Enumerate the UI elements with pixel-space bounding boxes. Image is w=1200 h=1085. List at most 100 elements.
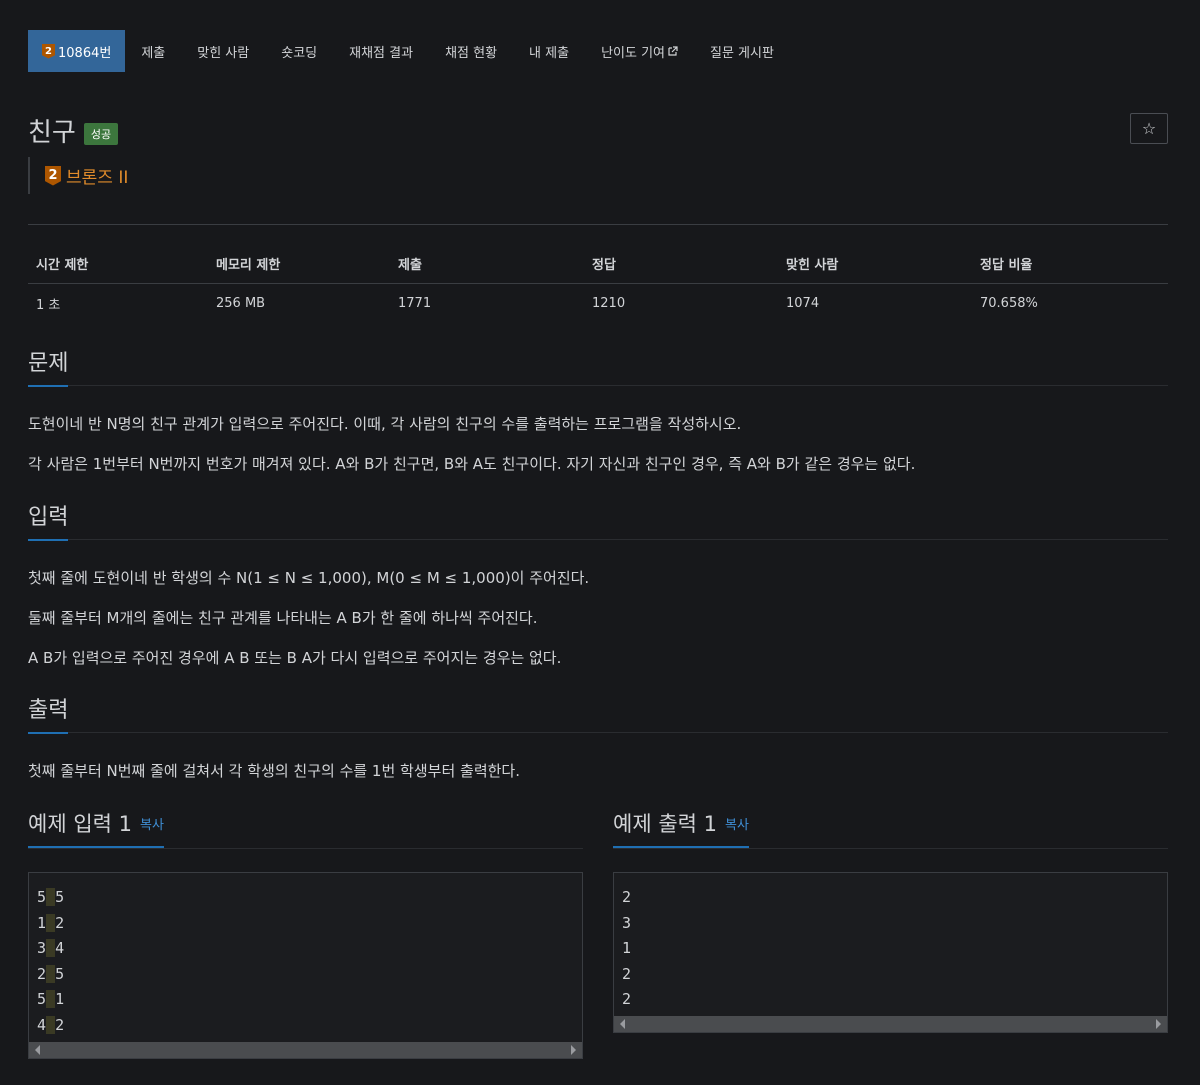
star-icon: ☆: [1141, 119, 1157, 138]
nav-difficulty-contribution[interactable]: 난이도 기여: [585, 30, 694, 72]
sample-input-value: 2: [55, 1015, 65, 1034]
sample-output-line: 1: [622, 939, 632, 957]
sample-input-heading-bar: 예제 입력 1 복사: [28, 808, 583, 849]
sample-input-line: 2 5: [37, 962, 574, 988]
description-heading-bar: 문제: [28, 345, 1168, 387]
sample-input-line: 4 2: [37, 1013, 574, 1039]
horizontal-scrollbar[interactable]: [614, 1016, 1167, 1032]
output-heading-bar: 출력: [28, 692, 1168, 734]
input-paragraph: 둘째 줄부터 M개의 줄에는 친구 관계를 나타내는 A B가 한 줄에 하나씩…: [28, 609, 538, 627]
sample-output-line: 3: [622, 913, 632, 932]
input-section: 입력 첫째 줄에 도현이네 반 학생의 수 N(1 ≤ N ≤ 1,000), …: [28, 499, 1168, 678]
horizontal-scrollbar[interactable]: [29, 1042, 582, 1058]
input-paragraph: A B가 입력으로 주어진 경우에 A B 또는 B A가 다시 입력으로 주어…: [28, 649, 562, 667]
info-accepted: 1210: [592, 296, 626, 311]
description-paragraph: 도현이네 반 N명의 친구 관계가 입력으로 주어진다. 이때, 각 사람의 친…: [28, 415, 742, 433]
description-paragraph: 각 사람은 1번부터 N번까지 번호가 매겨져 있다. A와 B가 친구면, B…: [28, 455, 916, 473]
scroll-right-arrow-icon[interactable]: [1156, 1019, 1161, 1029]
nav-my-submissions[interactable]: 내 제출: [513, 30, 585, 72]
whitespace-marker: [46, 913, 56, 932]
whitespace-marker: [46, 990, 56, 1008]
sample-input-line: 5 5: [37, 885, 574, 911]
output-heading: 출력: [28, 692, 69, 734]
sample-input-box[interactable]: 5 5 1 2 3 4 2 5 5 1 4 2: [28, 872, 583, 1059]
problem-title: 친구: [28, 118, 76, 148]
bronze-tier-icon: 2: [42, 43, 55, 59]
whitespace-marker: [46, 1015, 56, 1034]
whitespace-marker: [46, 939, 56, 957]
info-memory-limit: 256 MB: [216, 296, 266, 311]
sample-output-section: 예제 출력 1 복사: [613, 808, 1168, 849]
sample-input-value: 2: [55, 913, 65, 932]
info-value-row: 1 초 256 MB 1771 1210 1074 70.658%: [28, 284, 1168, 324]
sample-input-value: 4: [37, 1015, 47, 1034]
input-heading-bar: 입력: [28, 499, 1168, 541]
info-solved-users: 1074: [786, 296, 820, 311]
info-header-row: 시간 제한 메모리 제한 제출 정답 맞힌 사람 정답 비율: [28, 244, 1168, 284]
divider: [28, 224, 1168, 225]
nav-problem-number-label: 10864번: [58, 45, 112, 61]
sample-output-heading-label: 예제 출력 1: [613, 812, 717, 836]
nav-rejudge-results[interactable]: 재채점 결과: [333, 30, 429, 72]
problem-title-row: 친구 성공: [28, 112, 119, 149]
nav-submit[interactable]: 제출: [125, 30, 181, 72]
sample-input-line: 1 2: [37, 911, 574, 937]
sample-input-value: 4: [55, 939, 65, 957]
sample-input-value: 5: [37, 888, 47, 906]
sample-input-value: 3: [37, 939, 47, 957]
nav-difficulty-label: 난이도 기여: [601, 45, 665, 61]
info-header-accepted: 정답: [584, 244, 778, 284]
sample-output-heading: 예제 출력 1 복사: [613, 808, 749, 848]
info-time-limit: 1 초: [36, 298, 61, 313]
nav-judge-status[interactable]: 채점 현황: [429, 30, 513, 72]
info-header-accept-ratio: 정답 비율: [972, 244, 1168, 284]
scroll-left-arrow-icon[interactable]: [35, 1045, 40, 1055]
sample-input-value: 5: [37, 990, 47, 1008]
sample-input-heading: 예제 입력 1 복사: [28, 808, 164, 848]
nav-problem-number[interactable]: 2 10864번: [28, 30, 126, 72]
info-accept-ratio: 70.658%: [980, 296, 1038, 311]
nav-short-coding[interactable]: 숏코딩: [265, 30, 333, 72]
sample-output-line: 2: [622, 964, 632, 983]
sample-input-section: 예제 입력 1 복사: [28, 808, 583, 849]
sample-output-line: 2: [622, 990, 632, 1008]
info-header-submissions: 제출: [390, 244, 584, 284]
scroll-right-arrow-icon[interactable]: [571, 1045, 576, 1055]
scroll-left-arrow-icon[interactable]: [620, 1019, 625, 1029]
sample-output-copy-button[interactable]: 복사: [725, 818, 749, 833]
sample-input-heading-label: 예제 입력 1: [28, 812, 132, 836]
nav-solved-users[interactable]: 맞힌 사람: [181, 30, 265, 72]
bronze-tier-icon: 2: [45, 165, 61, 186]
sample-input-value: 5: [55, 964, 65, 983]
sample-input-copy-button[interactable]: 복사: [140, 818, 164, 833]
problem-nav: 2 10864번 제출 맞힌 사람 숏코딩 재채점 결과 채점 현황 내 제출 …: [28, 30, 790, 72]
sample-output-line: 2: [622, 888, 632, 906]
favorite-star-button[interactable]: ☆: [1130, 113, 1168, 144]
tier-name[interactable]: 브론즈 II: [66, 163, 128, 188]
info-header-time-limit: 시간 제한: [28, 244, 208, 284]
info-header-memory-limit: 메모리 제한: [208, 244, 390, 284]
status-badge: 성공: [83, 122, 119, 145]
info-header-solved-users: 맞힌 사람: [778, 244, 972, 284]
output-section: 출력 첫째 줄부터 N번째 줄에 걸쳐서 각 학생의 친구의 수를 1번 학생부…: [28, 692, 1168, 791]
nav-question-board[interactable]: 질문 게시판: [694, 30, 790, 72]
sample-output-heading-bar: 예제 출력 1 복사: [613, 808, 1168, 849]
input-paragraph: 첫째 줄에 도현이네 반 학생의 수 N(1 ≤ N ≤ 1,000), M(0…: [28, 569, 590, 587]
sample-input-value: 1: [55, 990, 65, 1008]
input-heading: 입력: [28, 499, 69, 541]
whitespace-marker: [46, 964, 56, 983]
sample-input-line: 3 4: [37, 936, 574, 962]
sample-input-line: 5 1: [37, 987, 574, 1013]
description-heading: 문제: [28, 345, 69, 387]
problem-info-table: 시간 제한 메모리 제한 제출 정답 맞힌 사람 정답 비율 1 초 256 M…: [28, 244, 1168, 323]
description-section: 문제 도현이네 반 N명의 친구 관계가 입력으로 주어진다. 이때, 각 사람…: [28, 345, 1168, 484]
sample-input-value: 5: [55, 888, 65, 906]
output-paragraph: 첫째 줄부터 N번째 줄에 걸쳐서 각 학생의 친구의 수를 1번 학생부터 출…: [28, 762, 520, 780]
external-link-icon: [668, 46, 678, 56]
sample-input-value: 2: [37, 964, 47, 983]
sample-output-box[interactable]: 2 3 1 2 2: [613, 872, 1168, 1033]
whitespace-marker: [46, 888, 56, 906]
sample-input-value: 1: [37, 913, 47, 932]
problem-tier: 2 브론즈 II: [28, 157, 128, 194]
info-submissions: 1771: [398, 296, 432, 311]
